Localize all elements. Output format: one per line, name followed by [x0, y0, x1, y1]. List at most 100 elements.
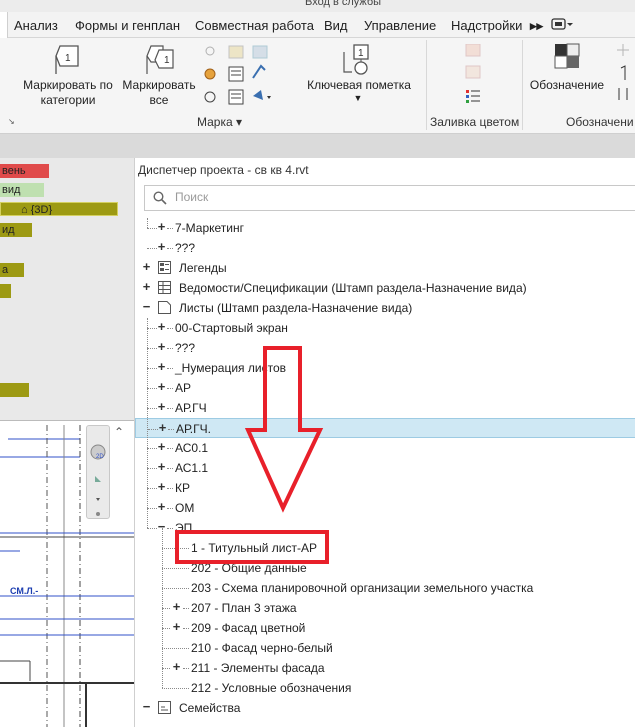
tree-item-label: 209 - Фасад цветной: [191, 621, 306, 635]
expand-icon[interactable]: +: [171, 600, 182, 613]
tree-row[interactable]: 203 - Схема планировочной организации зе…: [135, 578, 635, 598]
tree-row[interactable]: 202 - Общие данные: [135, 558, 635, 578]
tree-row[interactable]: + Ведомости/Спецификации (Штамп раздела-Н…: [135, 278, 635, 298]
tab-massing-site[interactable]: Формы и генплан: [75, 18, 180, 33]
tree-connector: [167, 468, 173, 469]
tab-collaborate[interactable]: Совместная работа: [195, 18, 314, 33]
view-label-stub[interactable]: [0, 284, 11, 298]
expand-icon[interactable]: +: [156, 320, 167, 333]
tag-all-icon[interactable]: 1: [143, 42, 177, 79]
panel-expand-icon[interactable]: ↘: [8, 117, 15, 126]
tree-row[interactable]: − Листы (Штамп раздела-Назначение вида): [135, 298, 635, 318]
tag-by-category-icon[interactable]: 1: [50, 42, 84, 79]
tree-connector: [147, 218, 148, 228]
drawing-view[interactable]: СМ.Л.- 2D ⌃: [0, 420, 134, 727]
tree-item-label: ???: [175, 241, 196, 255]
tree-row[interactable]: +00-Стартовый экран: [135, 318, 635, 338]
collapse-icon[interactable]: −: [141, 300, 152, 313]
view-label-view[interactable]: вид: [0, 183, 44, 197]
expand-icon[interactable]: +: [171, 620, 182, 633]
panel-title-tag[interactable]: Марка ▾: [197, 115, 242, 129]
tree-row[interactable]: + АР: [135, 378, 635, 398]
expand-icon[interactable]: +: [156, 440, 167, 453]
tab-view[interactable]: Вид: [324, 18, 348, 33]
ribbon-gap: [0, 134, 635, 158]
tree-row[interactable]: + АС0.1: [135, 438, 635, 458]
tree-row[interactable]: − Семейства: [135, 698, 635, 718]
tree-connector: [183, 628, 189, 629]
tree-row[interactable]: +???: [135, 338, 635, 358]
expand-icon[interactable]: +: [141, 280, 152, 293]
view-label-a[interactable]: а: [0, 263, 24, 277]
family-icon: [158, 701, 171, 714]
expand-icon[interactable]: +: [157, 421, 168, 434]
scroll-up-icon[interactable]: ⌃: [114, 425, 124, 439]
tree-row[interactable]: +209 - Фасад цветной: [135, 618, 635, 638]
tree-connector: [167, 488, 173, 489]
tree-row[interactable]: +???: [135, 238, 635, 258]
legend-button[interactable]: Обозначение: [522, 78, 612, 93]
expand-icon[interactable]: +: [156, 340, 167, 353]
legend-icon[interactable]: [553, 42, 581, 73]
beam-annotation-icon[interactable]: [203, 44, 271, 109]
tree-connector: [167, 228, 173, 229]
tag-by-category-button[interactable]: Маркировать по категории: [18, 78, 118, 108]
tree-row[interactable]: + _Нумерация листов: [135, 358, 635, 378]
view-label-3d[interactable]: ⌂ {3D}: [0, 202, 118, 216]
tree-row[interactable]: + АС1.1: [135, 458, 635, 478]
tree-row[interactable]: + АР.ГЧ: [135, 398, 635, 418]
tree-item-label: АС1.1: [175, 461, 209, 475]
tree-row[interactable]: +207 - План 3 этажа: [135, 598, 635, 618]
expand-icon[interactable]: +: [171, 660, 182, 673]
tree-row[interactable]: + АР.ГЧ.: [135, 418, 635, 438]
tree-connector: [162, 548, 189, 549]
view-label-plan[interactable]: ид: [0, 223, 32, 237]
tree-connector: [167, 528, 173, 529]
expand-icon[interactable]: +: [156, 380, 167, 393]
tree-row[interactable]: + КР: [135, 478, 635, 498]
expand-icon[interactable]: +: [141, 260, 152, 273]
tree-row[interactable]: +211 - Элементы фасада: [135, 658, 635, 678]
tree-row[interactable]: +7-Маркетинг: [135, 218, 635, 238]
tab-manage[interactable]: Управление: [364, 18, 436, 33]
title-bar: Вход в службы: [0, 0, 635, 12]
expand-icon[interactable]: +: [156, 400, 167, 413]
tree-item-label: АР: [175, 381, 192, 395]
panel-title-color-fill: Заливка цветом: [430, 115, 520, 129]
collapse-icon[interactable]: −: [141, 700, 152, 713]
tab-addins[interactable]: Надстройки: [451, 18, 522, 33]
panel-toggle-icon[interactable]: [551, 16, 573, 35]
expand-icon[interactable]: +: [156, 500, 167, 513]
keynote-icon[interactable]: 1: [340, 42, 376, 79]
sign-in-text[interactable]: Вход в службы: [305, 0, 381, 8]
tree-row[interactable]: − ЭП: [135, 518, 635, 538]
tree-row[interactable]: 1 - Титульный лист-АР: [135, 538, 635, 558]
tree-row[interactable]: + ОМ: [135, 498, 635, 518]
color-fill-icon[interactable]: [464, 43, 484, 109]
tree-row[interactable]: 212 - Условные обозначения: [135, 678, 635, 698]
expand-icon[interactable]: +: [156, 480, 167, 493]
tree-item-label: Ведомости/Спецификации (Штамп раздела-На…: [179, 281, 527, 295]
svg-text:2D: 2D: [96, 454, 104, 460]
tree-connector: [162, 588, 189, 589]
tag-all-button[interactable]: Маркировать все: [120, 78, 198, 108]
tree-row[interactable]: 210 - Фасад черно-белый: [135, 638, 635, 658]
navigation-bar[interactable]: 2D: [86, 425, 110, 519]
search-input[interactable]: [175, 190, 615, 204]
tree-item-label: 203 - Схема планировочной организации зе…: [191, 581, 534, 595]
expand-icon[interactable]: +: [156, 460, 167, 473]
expand-icon[interactable]: +: [156, 240, 167, 253]
expand-icon[interactable]: +: [156, 220, 167, 233]
tab-analysis[interactable]: Анализ: [14, 18, 58, 33]
extra-tools-icon[interactable]: [614, 42, 632, 107]
keynote-dropdown-icon[interactable]: ▼: [352, 91, 364, 106]
tree-connector: [162, 688, 189, 689]
view-label-stub[interactable]: [0, 383, 29, 397]
tree-connector: [167, 388, 173, 389]
expand-icon[interactable]: +: [156, 360, 167, 373]
active-tab-edge: [0, 12, 8, 38]
more-tabs-icon[interactable]: ▸▸: [530, 18, 543, 34]
tree-row[interactable]: + Легенды: [135, 258, 635, 278]
view-label-level[interactable]: вень: [0, 164, 49, 178]
tree-item-label: 00-Стартовый экран: [175, 321, 288, 335]
